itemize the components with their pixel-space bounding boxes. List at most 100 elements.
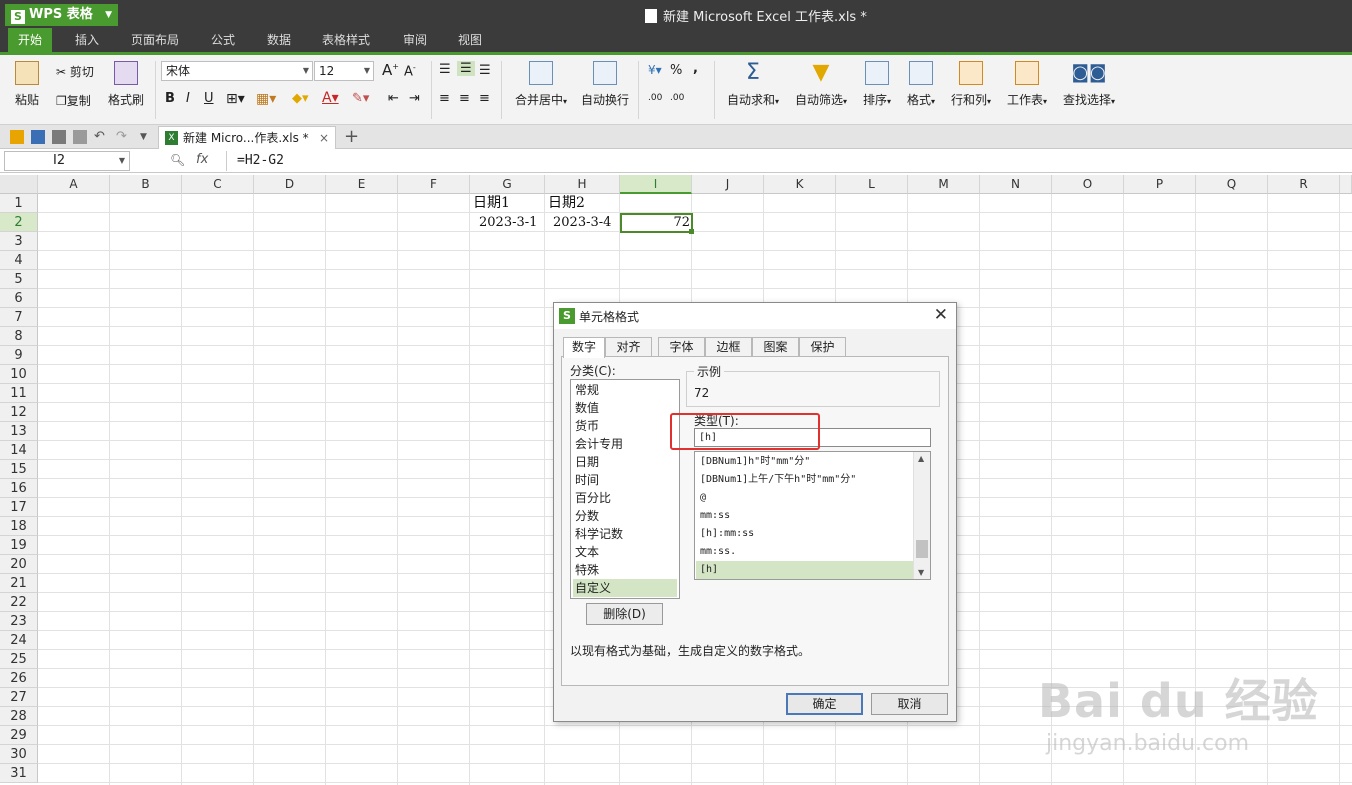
zoom-icon[interactable]: 🔍︎ (170, 153, 185, 167)
list-item-selected[interactable]: 自定义 (573, 579, 677, 597)
align-right-icon[interactable]: ≡ (479, 91, 490, 106)
column-header[interactable]: G (470, 175, 545, 194)
align-left-icon[interactable]: ≡ (439, 91, 450, 106)
dialog-tab-pattern[interactable]: 图案 (752, 337, 799, 357)
tab-home[interactable]: 开始 (8, 28, 53, 52)
row-header[interactable]: 5 (0, 270, 38, 289)
row-header[interactable]: 8 (0, 327, 38, 346)
row-header[interactable]: 2 (0, 213, 38, 232)
font-color-icon[interactable]: A▾ (322, 90, 339, 106)
list-item[interactable]: 数值 (573, 399, 677, 417)
row-header[interactable]: 14 (0, 441, 38, 460)
list-item[interactable]: 科学记数 (573, 525, 677, 543)
row-header[interactable]: 16 (0, 479, 38, 498)
close-icon[interactable]: ✕ (934, 305, 948, 325)
row-header[interactable]: 4 (0, 251, 38, 270)
find-select-button[interactable]: ◙◙ 查找选择▾ (1058, 61, 1120, 108)
list-item[interactable]: 会计专用 (573, 435, 677, 453)
column-header-partial[interactable] (1340, 175, 1352, 194)
row-header[interactable]: 30 (0, 745, 38, 764)
row-header[interactable]: 1 (0, 194, 38, 213)
format-painter-button[interactable]: 格式刷 (106, 61, 146, 108)
comma-button[interactable]: , (693, 61, 698, 76)
cell-H1[interactable]: 日期2 (548, 194, 585, 213)
row-col-button[interactable]: 行和列▾ (946, 61, 996, 108)
format-button[interactable]: 格式▾ (902, 61, 940, 108)
row-header[interactable]: 3 (0, 232, 38, 251)
column-header[interactable]: E (326, 175, 398, 194)
merge-center-button[interactable]: 合并居中▾ (510, 61, 572, 108)
column-header[interactable]: R (1268, 175, 1340, 194)
column-header[interactable]: H (545, 175, 620, 194)
scrollbar-thumb[interactable] (916, 540, 928, 558)
tab-view[interactable]: 视图 (448, 28, 492, 52)
cell-H2[interactable]: 2023-3-4 (553, 213, 611, 232)
column-header[interactable]: F (398, 175, 470, 194)
decrease-font-icon[interactable]: A- (404, 63, 416, 79)
row-header[interactable]: 12 (0, 403, 38, 422)
row-header[interactable]: 20 (0, 555, 38, 574)
tab-formulas[interactable]: 公式 (201, 28, 245, 52)
chevron-up-icon[interactable]: ▲ (918, 454, 924, 463)
print-preview-icon[interactable] (73, 130, 87, 144)
list-item[interactable]: 货币 (573, 417, 677, 435)
copy-button[interactable]: ❐复制 (56, 92, 91, 109)
row-header[interactable]: 6 (0, 289, 38, 308)
italic-button[interactable]: I (186, 91, 190, 106)
row-header[interactable]: 7 (0, 308, 38, 327)
list-item[interactable]: 时间 (573, 471, 677, 489)
ok-button[interactable]: 确定 (786, 693, 863, 715)
column-header[interactable]: C (182, 175, 254, 194)
row-header[interactable]: 26 (0, 669, 38, 688)
print-icon[interactable] (52, 130, 66, 144)
list-item[interactable]: 分数 (573, 507, 677, 525)
wrap-text-button[interactable]: 自动换行 (578, 61, 632, 108)
cut-button[interactable]: ✂ 剪切 (56, 63, 94, 80)
column-header[interactable]: K (764, 175, 836, 194)
save-icon[interactable] (31, 130, 45, 144)
tab-insert[interactable]: 插入 (65, 28, 109, 52)
underline-button[interactable]: U (204, 91, 214, 106)
increase-font-icon[interactable]: A+ (382, 61, 399, 79)
font-name-select[interactable]: 宋体 ▼ (161, 61, 313, 81)
document-tab[interactable]: X 新建 Micro...作表.xls * × (158, 126, 336, 149)
formula-input[interactable]: =H2-G2 (226, 151, 1350, 171)
format-list[interactable]: [DBNum1]h"时"mm"分" [DBNum1]上午/下午h"时"mm"分"… (694, 451, 931, 580)
tab-page-layout[interactable]: 页面布局 (121, 28, 189, 52)
column-header[interactable]: Q (1196, 175, 1268, 194)
redo-icon[interactable]: ↷ (116, 130, 130, 144)
row-header[interactable]: 18 (0, 517, 38, 536)
auto-filter-button[interactable]: ▼ 自动筛选▾ (790, 61, 852, 108)
row-header[interactable]: 29 (0, 726, 38, 745)
percent-button[interactable]: % (670, 63, 682, 78)
column-header[interactable]: M (908, 175, 980, 194)
dialog-tab-number[interactable]: 数字 (563, 337, 605, 358)
row-header[interactable]: 13 (0, 422, 38, 441)
align-top-icon[interactable]: ☰ (439, 62, 451, 77)
list-item[interactable]: [h]:mm:ss (696, 525, 913, 543)
chevron-down-icon[interactable]: ▼ (140, 130, 154, 144)
list-item[interactable]: 日期 (573, 453, 677, 471)
delete-button[interactable]: 删除(D) (586, 603, 663, 625)
cancel-button[interactable]: 取消 (871, 693, 948, 715)
row-header[interactable]: 9 (0, 346, 38, 365)
fill-color-icon[interactable]: ◆▾ (292, 91, 309, 106)
row-header[interactable]: 17 (0, 498, 38, 517)
row-header[interactable]: 25 (0, 650, 38, 669)
list-item[interactable]: [DBNum1]h"时"mm"分" (696, 453, 913, 471)
increase-indent-icon[interactable]: ⇥ (409, 91, 420, 106)
decrease-decimal-icon[interactable]: .00 (670, 93, 684, 103)
column-header[interactable]: J (692, 175, 764, 194)
fx-button[interactable]: fx (196, 152, 208, 167)
column-header[interactable]: A (38, 175, 110, 194)
app-menu-button[interactable]: S WPS 表格 ▼ (5, 4, 118, 26)
column-header[interactable]: B (110, 175, 182, 194)
auto-sum-button[interactable]: Σ 自动求和▾ (722, 61, 784, 108)
tab-review[interactable]: 审阅 (393, 28, 437, 52)
increase-decimal-icon[interactable]: .00 (648, 93, 662, 103)
row-header[interactable]: 31 (0, 764, 38, 783)
list-item[interactable]: 百分比 (573, 489, 677, 507)
list-item[interactable]: mm:ss (696, 507, 913, 525)
tab-data[interactable]: 数据 (257, 28, 301, 52)
cell-style-icon[interactable]: ▦▾ (256, 91, 276, 107)
